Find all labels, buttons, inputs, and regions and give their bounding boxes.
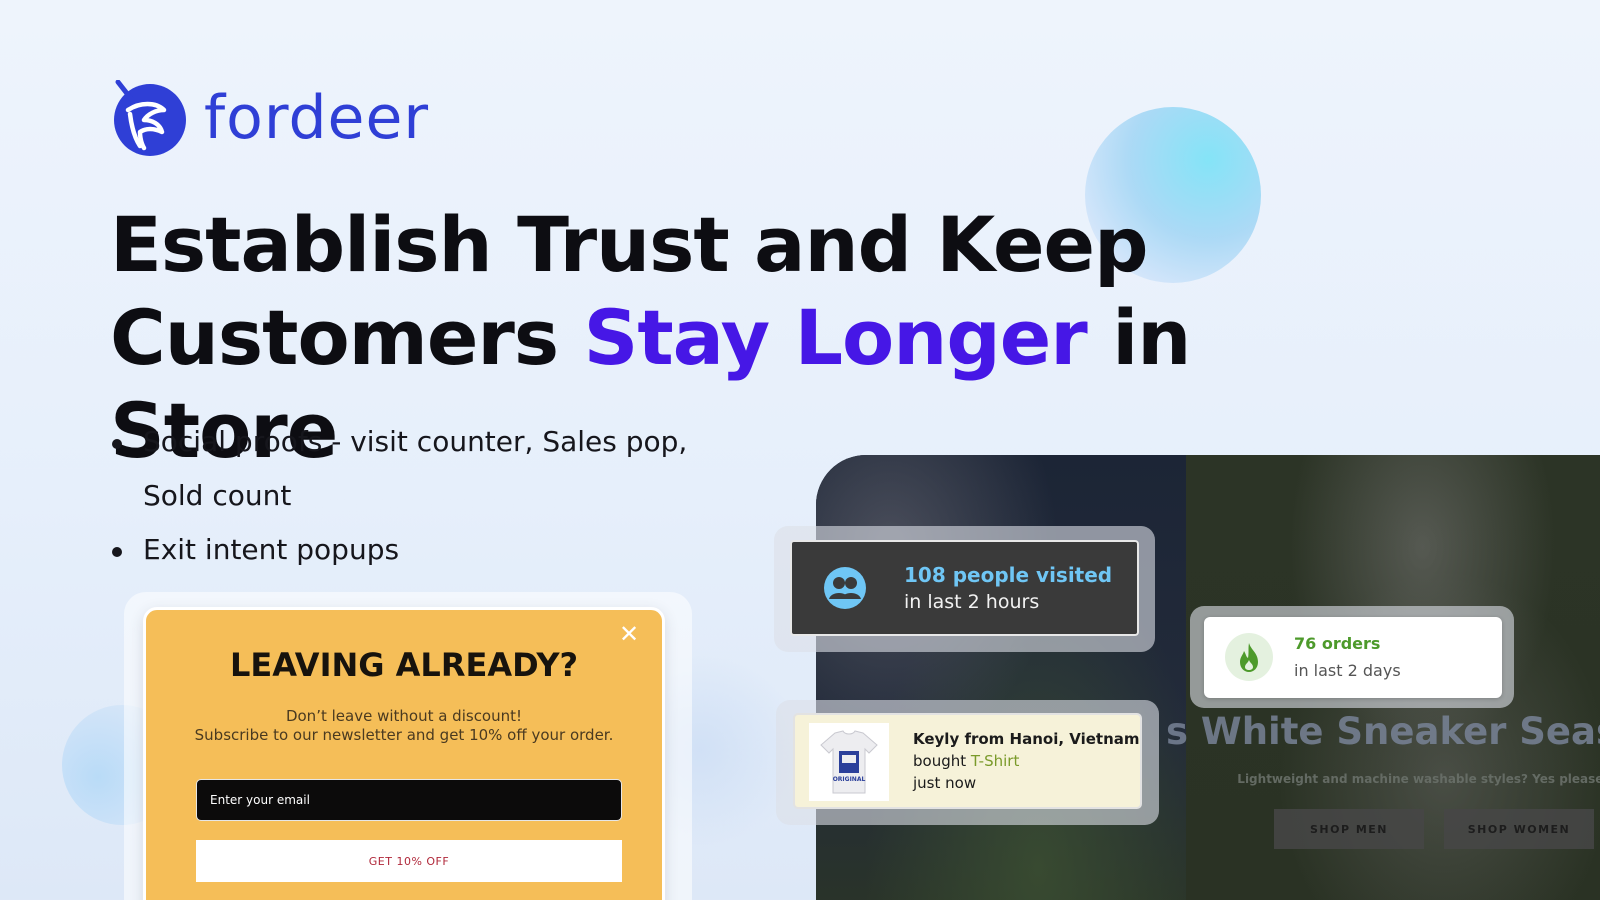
headline-accent: Stay Longer <box>583 293 1088 382</box>
order-count-text: 76 orders <box>1294 634 1381 653</box>
tshirt-icon: ORIGINAL <box>820 730 878 794</box>
users-icon <box>824 567 866 609</box>
product-link[interactable]: T-Shirt <box>971 752 1019 770</box>
sold-count-card: 76 orders in last 2 days <box>1204 617 1502 698</box>
popup-subtitle: Don’t leave without a discount! Subscrib… <box>146 707 662 745</box>
feature-item: Social proofs - visit counter, Sales pop… <box>110 415 730 523</box>
sneaker-image-left <box>816 455 1186 900</box>
purchase-time-text: just now <box>913 774 977 792</box>
popup-subtitle-line1: Don’t leave without a discount! <box>285 707 523 725</box>
store-subheading: Lightweight and machine washable styles?… <box>1237 772 1600 786</box>
order-period-text: in last 2 days <box>1294 661 1401 680</box>
get-discount-button[interactable]: GET 10% OFF <box>196 840 622 882</box>
feature-list: Social proofs - visit counter, Sales pop… <box>110 415 730 577</box>
purchase-text: bought T-Shirt <box>913 752 1019 770</box>
email-field[interactable] <box>196 779 622 821</box>
shop-men-button[interactable]: SHOP MEN <box>1274 809 1424 849</box>
headline-line2-start: Customers <box>110 293 584 382</box>
fire-icon <box>1225 633 1273 681</box>
headline-line1: Establish Trust and Keep <box>110 200 1148 289</box>
shop-women-button[interactable]: SHOP WOMEN <box>1444 809 1594 849</box>
brand-name: fordeer <box>204 83 430 153</box>
product-thumbnail: ORIGINAL <box>809 723 889 801</box>
store-heading: s White Sneaker Season <box>1166 710 1600 753</box>
bought-label: bought <box>913 752 971 770</box>
deer-antler-icon <box>114 80 186 156</box>
close-icon[interactable]: ✕ <box>618 623 640 647</box>
brand-logo: fordeer <box>110 80 429 156</box>
exit-intent-popup: ✕ LEAVING ALREADY? Don’t leave without a… <box>143 607 665 900</box>
visit-counter-card: 108 people visited in last 2 hours <box>790 540 1139 636</box>
thumb-text: ORIGINAL <box>833 776 866 783</box>
popup-subtitle-line2: Subscribe to our newsletter and get 10% … <box>194 726 614 744</box>
visit-count-text: 108 people visited <box>904 563 1113 587</box>
visit-period-text: in last 2 hours <box>904 591 1040 613</box>
feature-item: Exit intent popups <box>110 523 730 577</box>
popup-title: LEAVING ALREADY? <box>229 646 579 684</box>
buyer-text: Keyly from Hanoi, Vietnam <box>913 730 1140 748</box>
sales-pop-card: ORIGINAL Keyly from Hanoi, Vietnam bough… <box>793 713 1142 809</box>
